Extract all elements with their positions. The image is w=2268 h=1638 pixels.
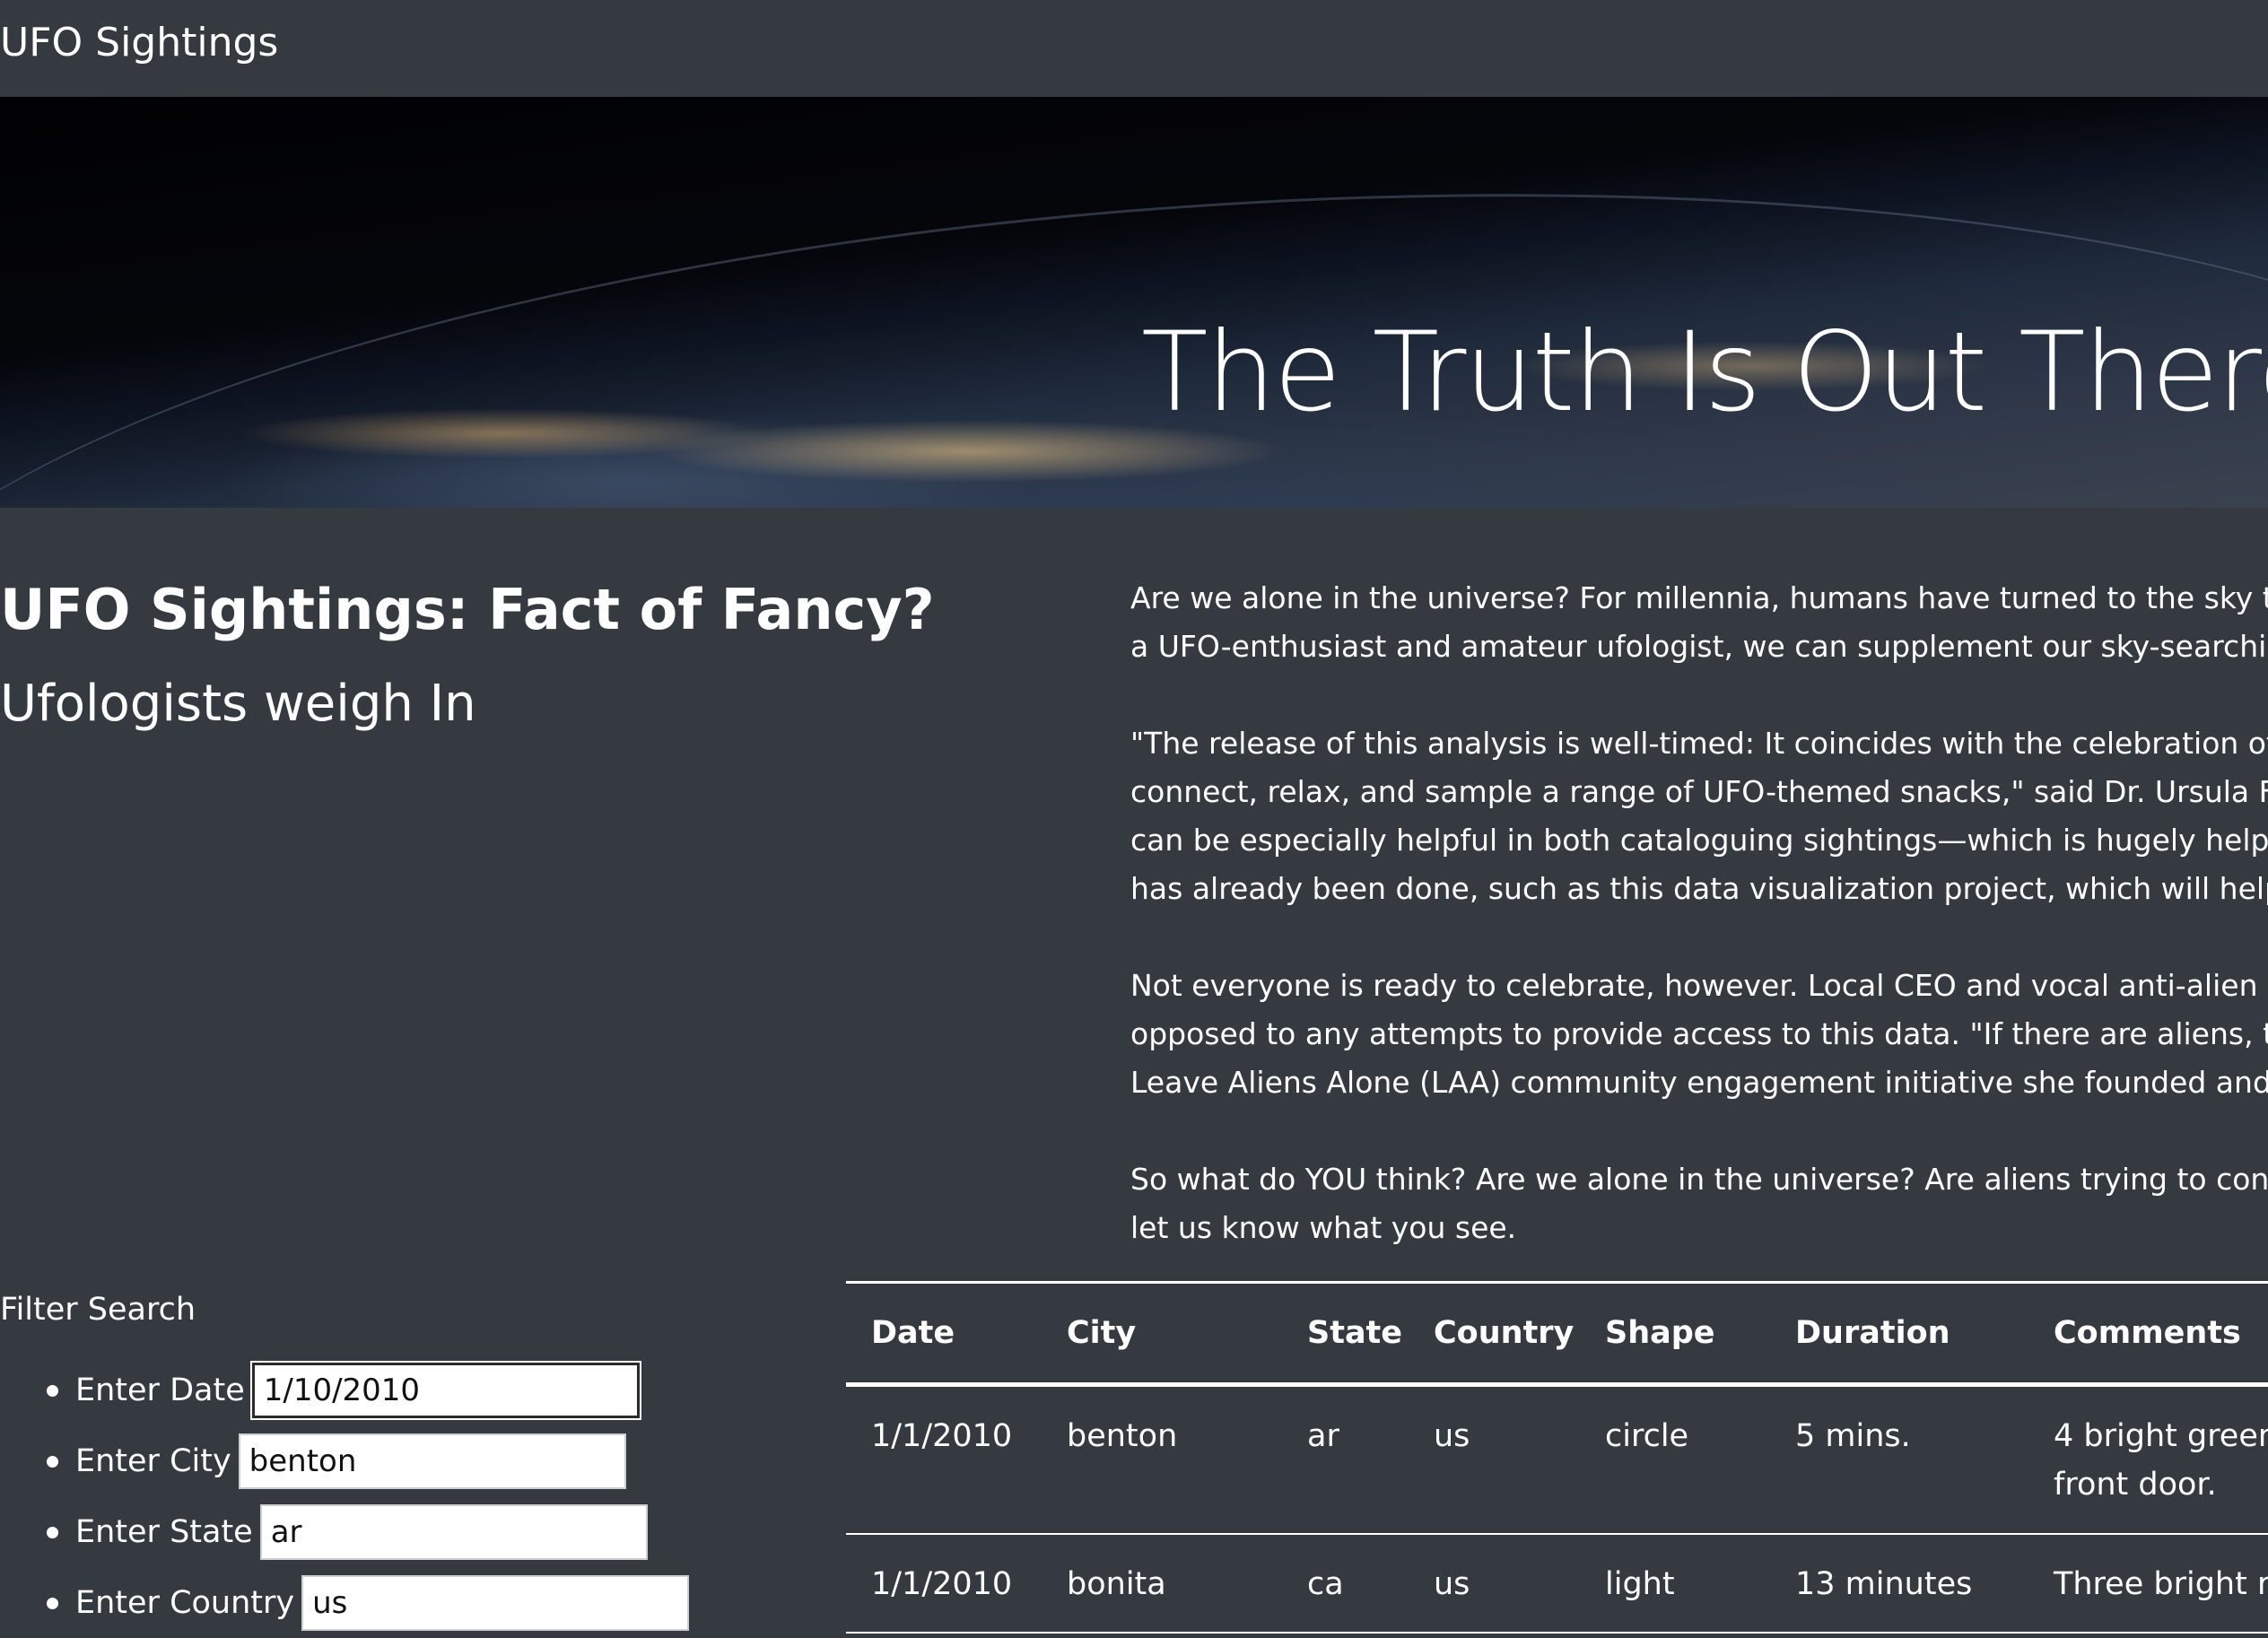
cell-date: 1/1/2010 (871, 1566, 1013, 1602)
column-header-state[interactable]: State (1282, 1283, 1409, 1385)
filter-item-country: Enter Country (0, 1567, 690, 1638)
cell-city: bonita (1067, 1566, 1166, 1602)
cell-date: 1/1/2010 (871, 1418, 1013, 1454)
column-header-shape[interactable]: Shape (1580, 1283, 1770, 1385)
cell-state: ca (1307, 1566, 1344, 1602)
column-header-city[interactable]: City (1042, 1283, 1282, 1385)
cell-state: ar (1307, 1418, 1339, 1454)
cell-city: benton (1067, 1418, 1178, 1454)
navbar: UFO Sightings (0, 0, 2268, 97)
article-text: Are we alone in the universe? For millen… (1130, 574, 2268, 1301)
sightings-table-container: Date City State Country Shape Duration C… (846, 1281, 2268, 1634)
filter-item-state: Enter State (0, 1496, 689, 1567)
navbar-brand-link[interactable]: UFO Sightings (0, 16, 278, 70)
cell-comments: 4 bright green front door. (2054, 1418, 2268, 1503)
state-filter-input[interactable] (259, 1503, 648, 1560)
cell-country: us (1434, 1566, 1470, 1602)
page-subheading: Ufologists weigh In (0, 675, 476, 733)
date-filter-input[interactable] (249, 1360, 641, 1420)
sightings-table: Date City State Country Shape Duration C… (846, 1281, 2268, 1634)
article-paragraph-3: Not everyone is ready to celebrate, howe… (1130, 968, 2268, 1100)
filter-list: Enter Date Enter City Enter State Enter … (0, 1355, 690, 1638)
column-header-country[interactable]: Country (1409, 1283, 1580, 1385)
filter-label-country: Enter Country (75, 1584, 295, 1621)
filter-label-date: Enter Date (75, 1372, 245, 1408)
cell-shape: circle (1605, 1418, 1689, 1454)
article-paragraph-1: Are we alone in the universe? For millen… (1130, 580, 2268, 664)
cell-shape: light (1605, 1566, 1675, 1602)
column-header-duration[interactable]: Duration (1770, 1283, 2028, 1385)
hero-banner: The Truth Is Out There (0, 97, 2268, 508)
cell-comments: Three bright re (2054, 1566, 2268, 1602)
article-paragraph-4: So what do YOU think? Are we alone in th… (1130, 1162, 2268, 1245)
country-filter-input[interactable] (301, 1574, 690, 1631)
filter-search-title: Filter Search (0, 1292, 196, 1328)
filter-label-city: Enter City (75, 1442, 231, 1479)
table-header-row: Date City State Country Shape Duration C… (846, 1282, 2268, 1385)
filter-label-state: Enter State (75, 1513, 253, 1550)
table-row: 1/1/2010 bonita ca us light 13 minutes T… (846, 1534, 2268, 1633)
cell-country: us (1434, 1418, 1470, 1454)
page-heading: UFO Sightings: Fact of Fancy? (0, 577, 935, 642)
cell-duration: 13 minutes (1795, 1566, 1973, 1602)
column-header-date[interactable]: Date (846, 1283, 1042, 1385)
cell-duration: 5 mins. (1795, 1418, 1911, 1454)
article-paragraph-2: "The release of this analysis is well-ti… (1130, 726, 2268, 906)
table-row: 1/1/2010 benton ar us circle 5 mins. 4 b… (846, 1385, 2268, 1534)
hero-title: The Truth Is Out There (1141, 308, 2268, 436)
filter-item-city: Enter City (0, 1425, 689, 1496)
filter-item-date: Enter Date (0, 1355, 689, 1425)
column-header-comments[interactable]: Comments (2028, 1283, 2268, 1385)
city-filter-input[interactable] (238, 1433, 626, 1489)
